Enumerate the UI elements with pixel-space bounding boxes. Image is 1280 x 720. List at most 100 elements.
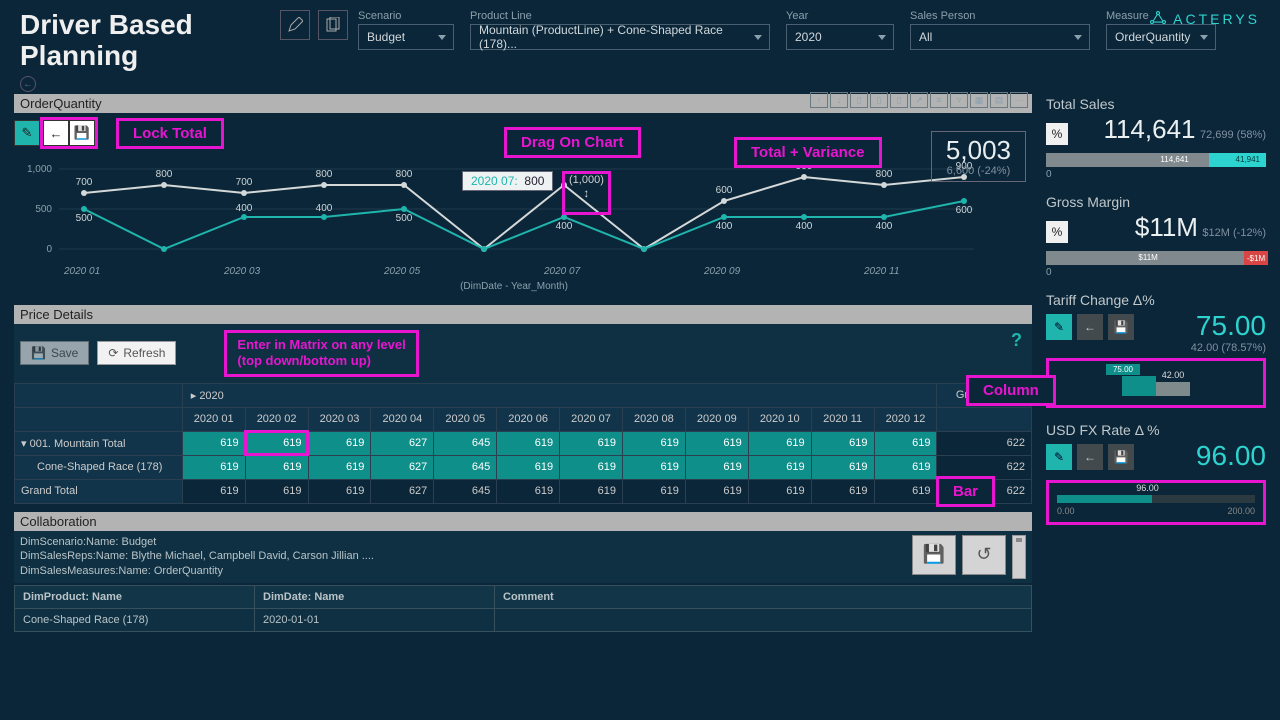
- tb-export-icon[interactable]: ▤: [990, 92, 1008, 108]
- tariff-title: Tariff Change Δ%: [1046, 290, 1266, 310]
- kpi-gross-margin: Gross Margin % $11M $12M (-12%) $11M -$1…: [1046, 192, 1266, 278]
- back-button[interactable]: ←: [20, 76, 36, 92]
- filter-salesperson[interactable]: All: [910, 24, 1090, 50]
- svg-text:2020 03: 2020 03: [223, 266, 261, 277]
- tb-trend-icon[interactable]: ↗: [910, 92, 928, 108]
- svg-text:2020 07: 2020 07: [543, 266, 581, 277]
- svg-text:800: 800: [876, 169, 893, 180]
- svg-text:0: 0: [46, 244, 52, 255]
- collab-summary: DimScenario:Name: Budget DimSalesReps:Na…: [20, 535, 906, 580]
- tb-bar2-icon[interactable]: ▯: [870, 92, 888, 108]
- svg-text:800: 800: [156, 169, 173, 180]
- total-sales-bar: 114,641 41,941: [1046, 153, 1266, 167]
- svg-text:400: 400: [556, 221, 573, 232]
- gross-margin-bar: $11M -$1M: [1046, 251, 1266, 265]
- svg-text:600: 600: [956, 205, 973, 216]
- kpi-tariff: Tariff Change Δ% ✎ ← 💾 75.00 42.00 (78.5…: [1046, 290, 1266, 408]
- svg-text:400: 400: [236, 203, 253, 214]
- edit-icon[interactable]: [280, 10, 310, 40]
- header: Driver Based Planning Scenario Budget Pr…: [0, 0, 1280, 72]
- tb-bar1-icon[interactable]: ▯: [850, 92, 868, 108]
- annot-drag-on-chart: Drag On Chart: [504, 127, 641, 158]
- svg-text:800: 800: [396, 169, 413, 180]
- filter-scenario-label: Scenario: [358, 10, 454, 22]
- fx-value: 96.00: [1196, 440, 1266, 472]
- annot-bar: Bar: [936, 476, 995, 507]
- page-title: Driver Based Planning: [20, 10, 280, 72]
- collab-panel: Collaboration DimScenario:Name: Budget D…: [14, 512, 1032, 633]
- fx-title: USD FX Rate Δ %: [1046, 420, 1266, 440]
- svg-text:2020 09: 2020 09: [703, 266, 741, 277]
- price-details-panel: Price Details 💾 Save ⟳ Refresh Enter in …: [14, 305, 1032, 504]
- collab-scrollbar[interactable]: [1012, 535, 1026, 580]
- order-qty-total: 5,003 6,600 (-24%): [931, 131, 1026, 182]
- chart-toolbar: ↑ ↓ ▯ ▯ ▯ ↗ ≡ ▿ ▦ ▤ ⋯: [810, 92, 1028, 108]
- chart-edit-button[interactable]: ✎: [14, 120, 40, 146]
- tb-more-icon[interactable]: ⋯: [1010, 92, 1028, 108]
- tb-grid-icon[interactable]: ▦: [970, 92, 988, 108]
- chart-save-button[interactable]: 💾: [69, 120, 95, 146]
- price-title: Price Details: [14, 305, 1032, 324]
- collab-table[interactable]: DimProduct: NameDimDate: NameComment Con…: [14, 585, 1032, 632]
- annot-drag-point: (1,000) ↕: [562, 171, 611, 215]
- svg-text:500: 500: [396, 213, 413, 224]
- filter-measure[interactable]: OrderQuantity: [1106, 24, 1216, 50]
- pct-toggle[interactable]: %: [1046, 123, 1068, 145]
- collab-title: Collaboration: [14, 512, 1032, 531]
- tariff-arrow-button[interactable]: ←: [1077, 314, 1103, 340]
- gross-margin-value: $11M: [1135, 212, 1198, 242]
- svg-text:400: 400: [316, 203, 333, 214]
- price-matrix[interactable]: ▸ 2020Grand Total 2020 012020 022020 032…: [14, 383, 1032, 504]
- svg-text:800: 800: [316, 169, 333, 180]
- tb-down-icon[interactable]: ↓: [830, 92, 848, 108]
- filter-scenario[interactable]: Budget: [358, 24, 454, 50]
- collab-save-button[interactable]: 💾: [912, 535, 956, 575]
- total-sales-title: Total Sales: [1046, 94, 1266, 114]
- tb-filter-icon[interactable]: ▿: [950, 92, 968, 108]
- svg-text:400: 400: [876, 221, 893, 232]
- fx-arrow-button[interactable]: ←: [1077, 444, 1103, 470]
- kpi-total-sales: Total Sales % 114,641 72,699 (58%) 114,6…: [1046, 94, 1266, 180]
- order-qty-panel: OrderQuantity ↑ ↓ ▯ ▯ ▯ ↗ ≡ ▿ ▦ ▤ ⋯ ✎ ← …: [14, 94, 1032, 299]
- filter-year-label: Year: [786, 10, 894, 22]
- fx-bar: 96.00 0.00200.00: [1046, 480, 1266, 525]
- filter-product[interactable]: Mountain (ProductLine) + Cone-Shaped Rac…: [470, 24, 770, 50]
- svg-text:500: 500: [35, 204, 52, 215]
- annot-lock-total: Lock Total: [116, 118, 224, 149]
- title-line2: Planning: [20, 41, 280, 72]
- tb-bar3-icon[interactable]: ▯: [890, 92, 908, 108]
- pct-toggle-gm[interactable]: %: [1046, 221, 1068, 243]
- chart-arrow-button[interactable]: ←: [43, 120, 69, 146]
- svg-text:2020 05: 2020 05: [383, 266, 421, 277]
- tb-up-icon[interactable]: ↑: [810, 92, 828, 108]
- total-sales-sub: 72,699 (58%): [1200, 129, 1266, 141]
- tariff-value: 75.00: [1191, 310, 1266, 342]
- annot-total-variance: Total + Variance: [734, 137, 882, 168]
- copy-icon[interactable]: [318, 10, 348, 40]
- collab-undo-button[interactable]: ↺: [962, 535, 1006, 575]
- tariff-sub: 42.00 (78.57%): [1191, 342, 1266, 354]
- help-icon[interactable]: ?: [1011, 330, 1022, 351]
- refresh-button[interactable]: ⟳ Refresh: [97, 341, 176, 365]
- chart-tooltip: 2020 07: 800: [462, 171, 553, 191]
- svg-text:400: 400: [716, 221, 733, 232]
- kpi-fx: USD FX Rate Δ % ✎ ← 💾 96.00 96.00 0.0020…: [1046, 420, 1266, 525]
- save-button[interactable]: 💾 Save: [20, 341, 89, 365]
- svg-text:(DimDate - Year_Month): (DimDate - Year_Month): [460, 281, 568, 292]
- fx-save-button[interactable]: 💾: [1108, 444, 1134, 470]
- svg-text:600: 600: [716, 185, 733, 196]
- svg-text:2020 01: 2020 01: [63, 266, 100, 277]
- filter-year[interactable]: 2020: [786, 24, 894, 50]
- svg-text:700: 700: [236, 177, 253, 188]
- fx-edit-button[interactable]: ✎: [1046, 444, 1072, 470]
- gross-margin-title: Gross Margin: [1046, 192, 1266, 212]
- tb-sort-icon[interactable]: ≡: [930, 92, 948, 108]
- gross-margin-sub: $12M (-12%): [1202, 227, 1266, 239]
- svg-text:400: 400: [796, 221, 813, 232]
- tariff-edit-button[interactable]: ✎: [1046, 314, 1072, 340]
- svg-text:1,000: 1,000: [27, 164, 52, 175]
- annot-column: Column: [966, 375, 1056, 406]
- svg-text:2020 11: 2020 11: [863, 266, 899, 277]
- annot-matrix-entry: Enter in Matrix on any level(top down/bo…: [224, 330, 418, 377]
- tariff-save-button[interactable]: 💾: [1108, 314, 1134, 340]
